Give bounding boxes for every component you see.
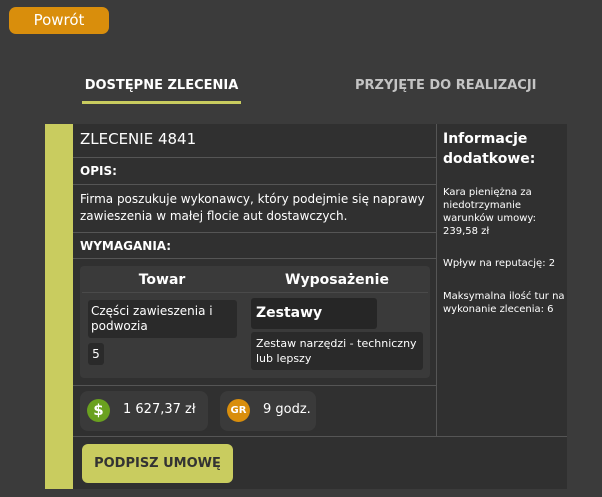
divider [73, 184, 436, 185]
active-tab-underline [82, 101, 241, 104]
equipment-header: Wyposażenie [285, 272, 389, 288]
divider [82, 292, 428, 293]
tab-accepted-orders[interactable]: PRZYJĘTE DO REALIZACJI [355, 78, 537, 93]
equipment-item: Zestawy narzędzi [251, 298, 377, 352]
info-max-turns: Maksymalna ilość tur na wykonanie zlecen… [443, 291, 565, 315]
order-title: ZLECENIE 4841 [80, 130, 197, 148]
gr-coin-icon: GR [227, 399, 250, 422]
goods-quantity: 5 [88, 343, 104, 365]
divider [73, 258, 436, 259]
back-button[interactable]: Powrót [9, 7, 109, 34]
sign-contract-button[interactable]: PODPISZ UMOWĘ [82, 444, 233, 483]
info-reputation: Wpływ na reputację: 2 [443, 258, 556, 269]
order-description: Firma poszukuje wykonawcy, który podejmi… [80, 192, 425, 223]
dollar-coin-icon: $ [87, 399, 110, 422]
time-value: 9 godz. [263, 402, 311, 417]
divider [73, 385, 436, 386]
money-value: 1 627,37 zł [123, 402, 196, 417]
info-divider [436, 124, 437, 436]
info-header: Informacje dodatkowe: [443, 131, 536, 167]
info-penalty: Kara pieniężna za niedotrzymanie warunkó… [443, 187, 536, 237]
divider [73, 232, 436, 233]
divider [73, 436, 567, 437]
goods-item: Części zawieszenia i podwozia [88, 300, 237, 338]
description-label: OPIS: [80, 164, 117, 178]
accent-bar [45, 124, 73, 489]
requirements-label: WYMAGANIA: [80, 239, 172, 253]
goods-header: Towar [138, 272, 186, 288]
equipment-detail: Zestaw narzędzi - techniczny lub lepszy [251, 332, 423, 370]
tab-available-orders[interactable]: DOSTĘPNE ZLECENIA [82, 78, 241, 93]
divider [73, 157, 436, 158]
